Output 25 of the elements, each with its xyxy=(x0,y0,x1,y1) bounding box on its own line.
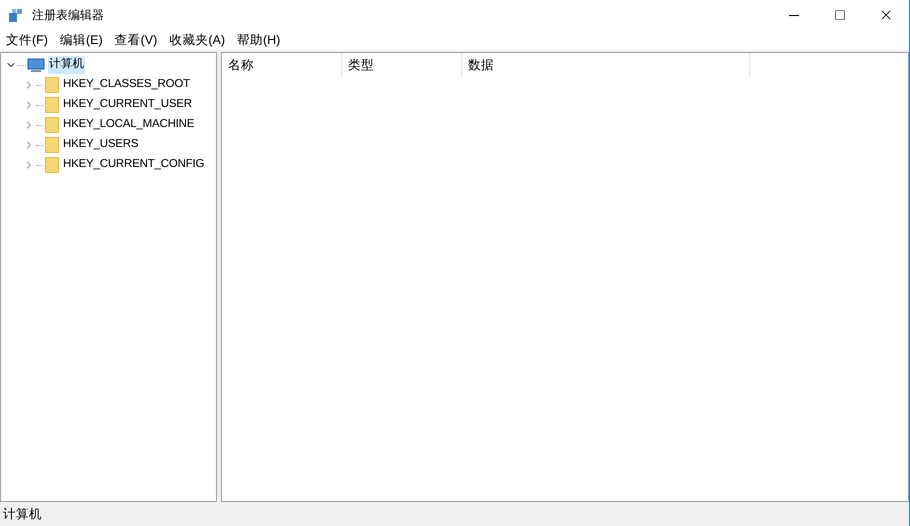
menu-item[interactable]: 帮助(H) xyxy=(230,30,286,50)
tree-item[interactable]: HKEY_CURRENT_CONFIG xyxy=(62,156,206,174)
computer-icon xyxy=(27,58,45,72)
folder-icon xyxy=(45,77,59,93)
tree-item[interactable]: HKEY_CLASSES_ROOT xyxy=(62,76,191,94)
column-header[interactable]: 类型 xyxy=(342,53,462,78)
menu-item[interactable]: 查看(V) xyxy=(108,30,164,50)
menu-item[interactable]: 编辑(E) xyxy=(54,30,109,50)
column-header[interactable]: 数据 xyxy=(462,53,750,78)
menu-item[interactable]: 收藏夹(A) xyxy=(163,30,231,50)
window-title: 注册表编辑器 xyxy=(32,7,104,24)
menu-item[interactable]: 文件(F) xyxy=(0,30,54,50)
folder-icon xyxy=(45,157,59,173)
registry-icon xyxy=(8,7,24,23)
tree-item[interactable]: HKEY_CURRENT_USER xyxy=(62,96,193,114)
column-header[interactable]: 名称 xyxy=(222,53,342,78)
tree-item[interactable]: HKEY_USERS xyxy=(62,136,140,154)
status-bar-text: 计算机 xyxy=(3,506,42,523)
folder-icon xyxy=(45,137,59,153)
minimize-icon xyxy=(789,14,799,16)
maximize-icon xyxy=(834,9,846,21)
tree-item[interactable]: HKEY_LOCAL_MACHINE xyxy=(62,116,196,134)
folder-icon xyxy=(45,117,59,133)
tree-item[interactable]: 计算机 xyxy=(48,56,86,74)
folder-icon xyxy=(45,97,59,113)
